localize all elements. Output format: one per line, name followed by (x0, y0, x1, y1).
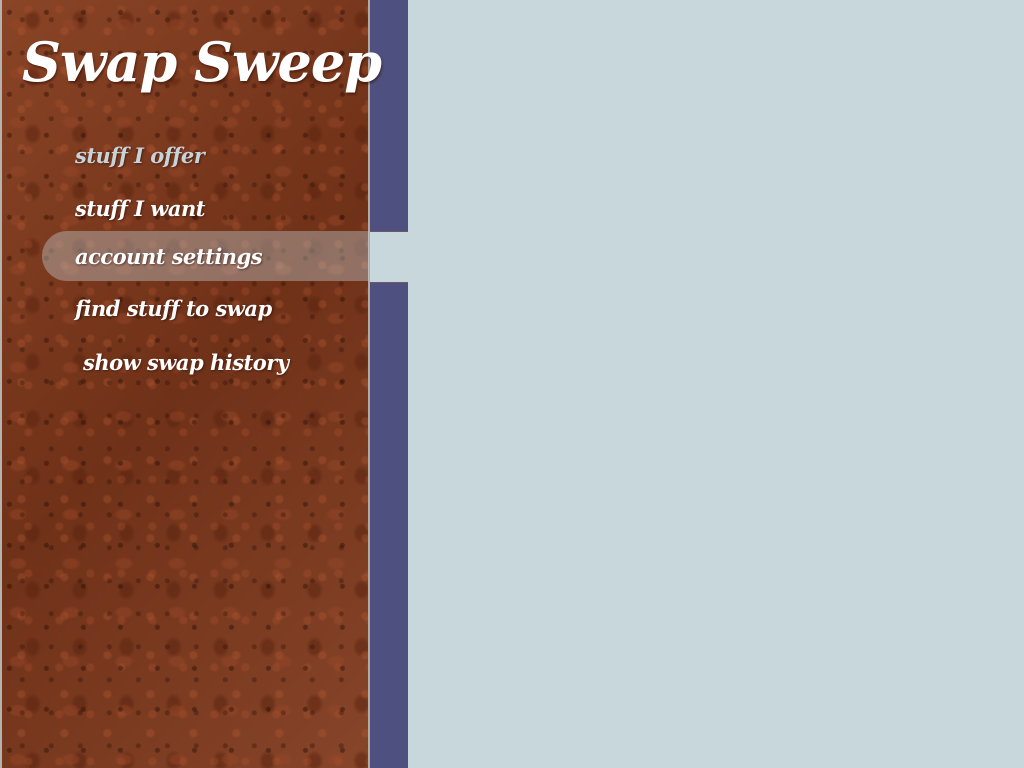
nav-item-show-swap-history[interactable]: show swap history (42, 337, 369, 387)
main-content-area (408, 0, 1024, 768)
nav-item-stuff-i-offer[interactable]: stuff I offer (42, 130, 369, 180)
accent-bar-bottom (370, 283, 408, 768)
app-window: Swap Sweep stuff I offer stuff I want ac… (0, 0, 1024, 768)
nav-item-stuff-i-want[interactable]: stuff I want (42, 183, 369, 233)
app-title: Swap Sweep (22, 30, 382, 94)
nav-item-account-settings[interactable]: account settings (42, 231, 369, 281)
nav-item-find-stuff-to-swap[interactable]: find stuff to swap (42, 283, 369, 333)
sidebar-left-edge (0, 0, 2, 768)
active-tab-connector (370, 231, 408, 283)
accent-separator-top (370, 231, 408, 232)
